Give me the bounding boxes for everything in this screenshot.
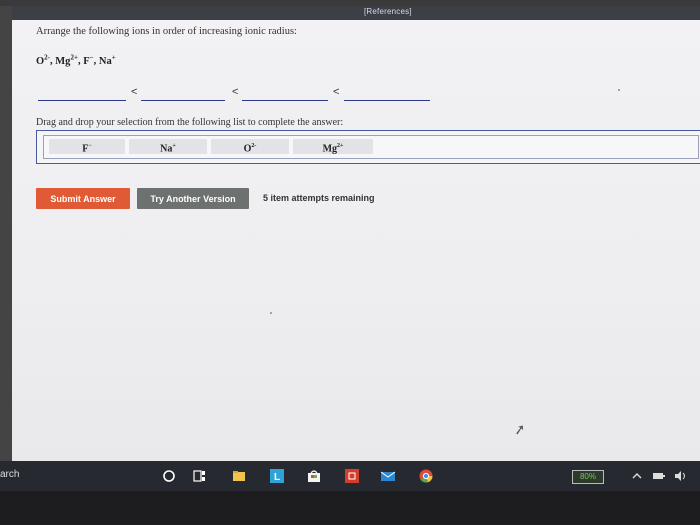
ion-na: Na+ <box>98 53 116 67</box>
drag-instruction: Drag and drop your selection from the fo… <box>36 117 344 128</box>
taskbar-search-text[interactable]: arch <box>0 469 19 480</box>
chrome-icon[interactable] <box>419 469 433 483</box>
svg-text:L: L <box>274 472 280 483</box>
office-icon[interactable] <box>345 469 359 483</box>
quiz-screen: [References] Arrange the following ions … <box>12 6 700 461</box>
task-view-icon[interactable] <box>193 469 207 483</box>
answer-slot-1[interactable] <box>38 99 126 101</box>
answer-slot-4[interactable] <box>344 99 430 101</box>
chip-mg[interactable]: Mg2+ <box>293 139 373 154</box>
chip-f[interactable]: F− <box>49 139 125 154</box>
chip-o[interactable]: O2- <box>211 139 289 154</box>
mouse-cursor-icon: ➚ <box>512 422 527 439</box>
store-icon[interactable] <box>307 469 321 483</box>
try-another-version-button[interactable]: Try Another Version <box>137 188 249 209</box>
chevron-up-icon[interactable] <box>630 469 644 483</box>
battery-icon[interactable] <box>652 469 666 483</box>
monitor-bottom-bezel <box>0 491 700 525</box>
less-than-2: < <box>232 86 239 98</box>
battery-indicator[interactable]: 80% <box>572 470 604 484</box>
attempts-remaining: 5 item attempts remaining <box>263 193 375 203</box>
submit-answer-button[interactable]: Submit Answer <box>36 188 130 209</box>
ion-o: O2- <box>36 53 51 67</box>
question-prompt: Arrange the following ions in order of i… <box>36 26 297 37</box>
windows-taskbar: arch L 80% <box>0 461 700 491</box>
header-bar: [References] <box>12 6 700 20</box>
cortana-circle-icon[interactable] <box>162 469 176 483</box>
ion-f: F− <box>83 53 94 67</box>
references-link[interactable]: [References] <box>364 7 412 16</box>
lightroom-icon[interactable]: L <box>270 469 284 483</box>
less-than-1: < <box>131 86 138 98</box>
chip-na[interactable]: Na+ <box>129 139 207 154</box>
volume-icon[interactable] <box>674 469 688 483</box>
ion-mg: Mg2+ <box>55 53 78 67</box>
left-window-edge <box>0 6 12 461</box>
file-explorer-icon[interactable] <box>232 469 246 483</box>
answer-slot-2[interactable] <box>141 99 225 101</box>
screen-speck <box>618 89 620 91</box>
ion-list: O2-, Mg2+, F−, Na+ <box>36 53 116 67</box>
less-than-3: < <box>333 86 340 98</box>
screen-speck <box>270 312 272 314</box>
ion-tray: F− Na+ O2- Mg2+ <box>36 130 700 164</box>
answer-slot-3[interactable] <box>242 99 328 101</box>
mail-icon[interactable] <box>381 469 395 483</box>
